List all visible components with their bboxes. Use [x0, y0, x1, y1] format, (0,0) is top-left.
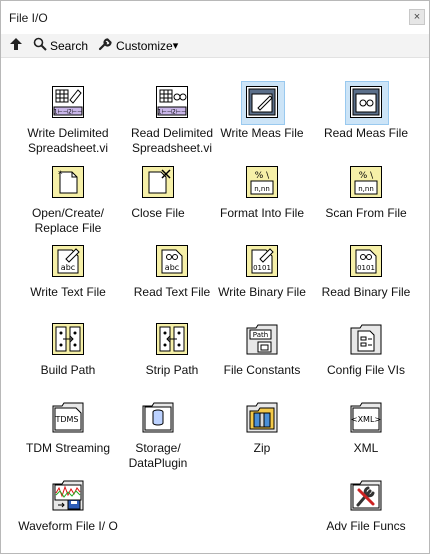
palette-item-label: Write Meas File — [220, 126, 304, 140]
palette-item-adv-file-funcs[interactable]: Adv File Funcs — [314, 464, 418, 542]
build-path-icon — [52, 323, 84, 355]
palette-item-label: Storage/ DataPlugin — [128, 441, 188, 470]
palette-item-waveform-file-io[interactable]: Waveform File I/ O — [16, 464, 120, 542]
format-into-file-icon: % \ n,nn — [246, 166, 278, 198]
palette-item-label: Read Text File — [133, 285, 211, 299]
svg-text:% \: % \ — [255, 171, 270, 181]
palette-item-label: TDM Streaming — [25, 441, 111, 455]
svg-text:*: * — [58, 170, 63, 180]
palette-item-write-text-file[interactable]: abc Write Text File — [16, 230, 120, 308]
search-icon — [33, 37, 47, 54]
open-create-replace-file-icon: * — [52, 166, 84, 198]
svg-text:<XML>: <XML> — [351, 415, 381, 424]
close-icon: × — [413, 10, 421, 23]
svg-text:abc: abc — [165, 263, 179, 272]
customize-label: Customize — [116, 38, 173, 53]
search-button[interactable]: Search — [33, 35, 88, 57]
svg-text:0101: 0101 — [253, 264, 271, 272]
svg-text:1⊢⊣2⊢⊣: 1⊢⊣2⊢⊣ — [54, 109, 83, 116]
palette-item-xml[interactable]: <XML> XML — [314, 386, 418, 464]
palette-item-strip-path[interactable]: Strip Path — [120, 308, 224, 386]
palette-item-close-file[interactable]: Close File — [106, 151, 210, 229]
wrench-icon — [98, 37, 113, 54]
palette-item-label: XML — [353, 441, 379, 455]
palette-item-label: Config File VIs — [326, 363, 406, 377]
palette-item-write-delimited-spreadsheet[interactable]: 1⊢⊣2⊢⊣ Write Delimited Spreadsheet.vi — [16, 71, 120, 155]
svg-text:TDMS: TDMS — [54, 415, 78, 424]
scan-from-file-icon: % \ n,nn — [350, 166, 382, 198]
palette-item-file-constants[interactable]: Path File Constants — [210, 308, 314, 386]
palette-item-label: File Constants — [223, 363, 301, 377]
palette-item-label: Strip Path — [145, 363, 199, 377]
tdm-streaming-icon: TDMS — [52, 401, 84, 433]
palette-item-label: Read Meas File — [323, 126, 409, 140]
palette-item-build-path[interactable]: Build Path — [16, 308, 120, 386]
palette-item-read-delimited-spreadsheet[interactable]: 1⊢⊣2⊢⊣ Read Delimited Spreadsheet.vi — [120, 71, 224, 155]
palette-item-open-create-replace-file[interactable]: * Open/Create/ Replace File — [16, 151, 120, 235]
svg-text:n,nn: n,nn — [254, 185, 270, 193]
window-title: File I/O — [9, 10, 48, 25]
search-label: Search — [50, 38, 89, 53]
read-meas-file-icon — [345, 81, 389, 125]
palette-item-label: Close File — [131, 206, 185, 220]
customize-button[interactable]: Customize ▾ — [98, 35, 178, 57]
file-constants-icon: Path — [246, 323, 278, 355]
palette-item-label: Adv File Funcs — [326, 519, 406, 533]
read-delimited-spreadsheet-icon: 1⊢⊣2⊢⊣ — [156, 86, 188, 118]
write-meas-file-icon — [241, 81, 285, 125]
palette-item-label: Format Into File — [219, 206, 305, 220]
palette-item-label: Zip — [253, 441, 271, 455]
read-binary-file-icon: 0101 — [350, 245, 382, 277]
title-bar: File I/O × — [1, 1, 429, 34]
xml-icon: <XML> — [350, 401, 382, 433]
read-text-file-icon: abc — [156, 245, 188, 277]
palette-grid: 1⊢⊣2⊢⊣ Write Delimited Spreadsheet.vi 1⊢… — [1, 71, 429, 551]
palette-item-storage-dataplugin[interactable]: Storage/ DataPlugin — [106, 386, 210, 470]
palette-item-read-binary-file[interactable]: 0101 Read Binary File — [314, 230, 418, 308]
palette-item-scan-from-file[interactable]: % \ n,nn Scan From File — [314, 151, 418, 229]
palette-item-read-meas-file[interactable]: Read Meas File — [314, 71, 418, 149]
svg-text:Path: Path — [253, 331, 268, 339]
close-file-icon — [142, 166, 174, 198]
palette-item-label: Build Path — [40, 363, 96, 377]
palette-item-tdm-streaming[interactable]: TDMS TDM Streaming — [16, 386, 120, 464]
write-text-file-icon: abc — [52, 245, 84, 277]
adv-file-funcs-icon — [350, 479, 382, 511]
palette-item-label: Write Binary File — [218, 285, 306, 299]
svg-text:abc: abc — [61, 263, 75, 272]
svg-text:% \: % \ — [359, 171, 374, 181]
palette-item-zip[interactable]: Zip — [210, 386, 314, 464]
svg-text:n,nn: n,nn — [358, 185, 374, 193]
chevron-down-icon: ▾ — [172, 40, 179, 52]
storage-dataplugin-icon — [142, 401, 174, 433]
file-io-palette-window: File I/O × Search Customize ▾ 1⊢⊣2⊢⊣ Wri… — [0, 0, 430, 554]
write-binary-file-icon: 0101 — [246, 245, 278, 277]
palette-item-write-binary-file[interactable]: 0101 Write Binary File — [210, 230, 314, 308]
palette-item-label: Write Text File — [30, 285, 106, 299]
palette-item-read-text-file[interactable]: abc Read Text File — [120, 230, 224, 308]
config-file-vis-icon — [350, 323, 382, 355]
write-delimited-spreadsheet-icon: 1⊢⊣2⊢⊣ — [52, 86, 84, 118]
svg-text:0101: 0101 — [357, 264, 375, 272]
up-arrow-icon — [9, 37, 23, 54]
palette-item-write-meas-file[interactable]: Write Meas File — [210, 71, 314, 149]
strip-path-icon — [156, 323, 188, 355]
close-button[interactable]: × — [409, 9, 425, 25]
palette-item-format-into-file[interactable]: % \ n,nn Format Into File — [210, 151, 314, 229]
zip-icon — [246, 401, 278, 433]
palette-item-config-file-vis[interactable]: Config File VIs — [314, 308, 418, 386]
svg-text:1⊢⊣2⊢⊣: 1⊢⊣2⊢⊣ — [158, 109, 187, 116]
palette-item-label: Scan From File — [325, 206, 407, 220]
palette-item-label: Waveform File I/ O — [18, 519, 118, 533]
waveform-file-io-icon — [52, 479, 84, 511]
palette-item-label: Read Binary File — [321, 285, 411, 299]
toolbar: Search Customize ▾ — [1, 34, 429, 58]
up-button[interactable] — [9, 35, 23, 57]
